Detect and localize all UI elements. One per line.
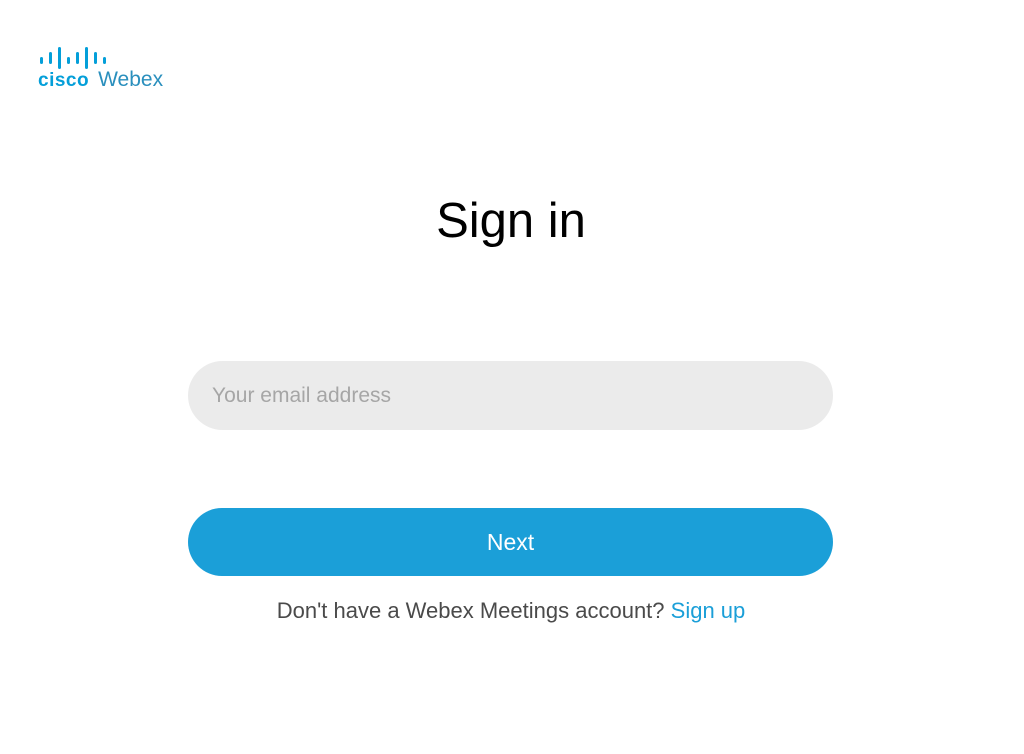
email-field[interactable] [188, 361, 833, 430]
page-title: Sign in [436, 194, 586, 248]
signup-prompt-text: Don't have a Webex Meetings account? [276, 598, 665, 623]
sign-in-page: cisco Webex Sign in Next Don't have a We… [0, 0, 1024, 754]
cisco-wordmark: cisco [38, 70, 90, 91]
next-button[interactable]: Next [188, 508, 833, 576]
signup-prompt-row: Don't have a Webex Meetings account? Sig… [0, 598, 1022, 624]
sign-up-link[interactable]: Sign up [671, 598, 746, 623]
cisco-bars-icon [40, 47, 106, 69]
cisco-webex-logo: cisco Webex [38, 47, 163, 90]
product-name: Webex [98, 68, 164, 91]
